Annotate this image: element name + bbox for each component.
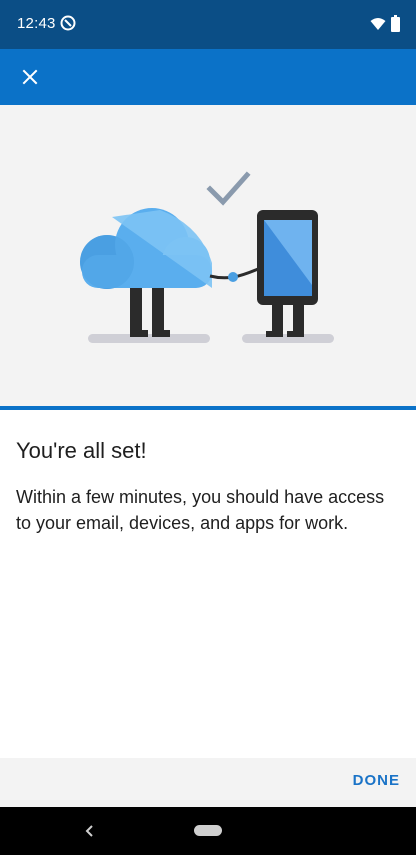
status-bar: 12:43	[0, 0, 416, 49]
cloud-and-phone-handshake-illustration	[80, 171, 334, 343]
content-section: You're all set! Within a few minutes, yo…	[16, 438, 400, 536]
cloud-character	[80, 208, 212, 289]
app-bar	[0, 49, 416, 105]
circle-app-icon	[60, 15, 76, 31]
page-title: You're all set!	[16, 438, 147, 463]
wifi-icon	[370, 18, 386, 30]
done-button[interactable]: DONE	[353, 772, 400, 789]
description-text: Within a few minutes, you should have ac…	[16, 487, 385, 533]
footer-bar: DONE	[0, 758, 416, 807]
phone-character	[257, 210, 318, 305]
checkmark-icon	[206, 171, 251, 206]
handshake-icon	[228, 272, 238, 282]
cloud-shadow	[88, 334, 210, 343]
status-time: 12:43	[17, 15, 56, 32]
close-icon	[22, 69, 38, 85]
close-button[interactable]	[12, 59, 48, 95]
home-pill-icon[interactable]	[194, 825, 222, 836]
battery-icon	[391, 15, 400, 32]
hero-illustration-panel	[0, 105, 416, 410]
back-icon[interactable]	[84, 823, 96, 839]
